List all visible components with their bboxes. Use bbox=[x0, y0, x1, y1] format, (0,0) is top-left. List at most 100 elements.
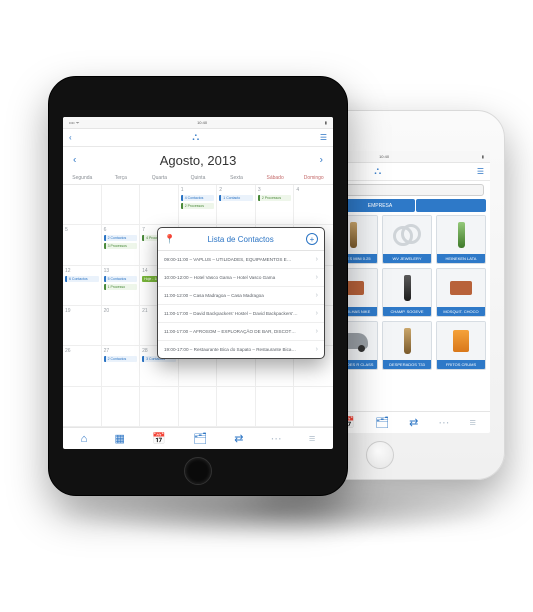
product-card[interactable]: HEINEKEN LATA bbox=[436, 215, 486, 264]
day-number: 5 bbox=[65, 227, 68, 233]
status-bar: •••• ᯤ 10:40 ▮ bbox=[63, 117, 333, 129]
popover-item-label: 11:00-12:00 – Casa Madragoa – Casa Madra… bbox=[164, 293, 312, 298]
event-pill[interactable]: 1 Contacto bbox=[219, 195, 253, 201]
popover-item-label: 09:00-11:00 – VAPLUS – UTILIDADES, EQUIP… bbox=[164, 257, 312, 262]
product-card[interactable]: MOSQUIT. CHOCO bbox=[436, 268, 486, 317]
menu-icon[interactable]: ☰ bbox=[477, 167, 484, 176]
tab-empresa[interactable]: EMPRESA bbox=[345, 199, 415, 212]
product-icon bbox=[458, 222, 465, 248]
bottombar-icon[interactable]: 📅 bbox=[152, 432, 166, 445]
calendar-cell[interactable] bbox=[102, 387, 141, 427]
calendar-cell[interactable]: 27 2 Contactos bbox=[102, 346, 141, 386]
weekday-label: Quinta bbox=[179, 173, 218, 185]
bottombar-icon[interactable]: ⋯ bbox=[438, 416, 449, 429]
bottombar-icon[interactable]: ⋯ bbox=[271, 432, 282, 445]
add-contact-button[interactable]: + bbox=[306, 233, 318, 245]
status-batt: ▮ bbox=[325, 120, 327, 125]
popover-item[interactable]: 09:00-11:00 – VAPLUS – UTILIDADES, EQUIP… bbox=[158, 251, 324, 269]
bottombar-icon[interactable]: ≡ bbox=[469, 417, 475, 429]
calendar-cell[interactable] bbox=[217, 387, 256, 427]
calendar-cell[interactable]: 62 Contactos3 Processos bbox=[102, 225, 141, 265]
event-pill[interactable]: 3 Processos bbox=[104, 243, 138, 249]
product-card[interactable]: FRITOS CRUMS bbox=[436, 321, 486, 370]
product-card[interactable]: CHAMP. SOGEVE bbox=[382, 268, 432, 317]
weekday-label: Sexta bbox=[217, 173, 256, 185]
event-pill[interactable]: 5 Contactos bbox=[104, 276, 138, 282]
app-logo-icon: ⛬ bbox=[192, 133, 199, 143]
calendar-cell[interactable] bbox=[140, 387, 179, 427]
calendar-bottombar: ⌂ ▦ 📅 🗂 ⇄ ⋯ ≡ bbox=[63, 427, 333, 449]
product-thumb bbox=[383, 322, 431, 360]
calendar-cell[interactable]: 26 bbox=[63, 346, 102, 386]
product-card[interactable]: DESPERADOS T33 bbox=[382, 321, 432, 370]
popover-item[interactable]: 11:00-17:00 – David Backpackers' Hostel … bbox=[158, 305, 324, 323]
tab-right[interactable] bbox=[416, 199, 486, 212]
event-pill[interactable]: 2 Processos bbox=[181, 203, 215, 209]
prev-month-button[interactable]: ‹ bbox=[73, 155, 76, 166]
product-card[interactable]: WV JEWELERY bbox=[382, 215, 432, 264]
back-icon[interactable]: ‹ bbox=[69, 133, 72, 142]
day-number: 27 bbox=[104, 348, 110, 354]
next-month-button[interactable]: › bbox=[320, 155, 323, 166]
product-caption: DESPERADOS T33 bbox=[383, 360, 431, 369]
menu-icon[interactable]: ☰ bbox=[320, 133, 327, 142]
calendar-cell[interactable] bbox=[294, 387, 333, 427]
home-button[interactable] bbox=[366, 441, 394, 469]
popover-item-label: 10:00-12:00 – Hotel Vasco Gama – Hotel V… bbox=[164, 275, 312, 280]
event-pill[interactable]: 1 Processo bbox=[104, 284, 138, 290]
event-pill[interactable]: 4 Contactos bbox=[181, 195, 215, 201]
calendar-cell[interactable]: 13 5 Contactos 1 Processo bbox=[102, 266, 141, 306]
bottombar-icon[interactable]: ⇄ bbox=[409, 416, 418, 429]
bottombar-icon[interactable]: ≡ bbox=[309, 433, 315, 445]
chevron-right-icon: › bbox=[316, 274, 318, 281]
calendar-cell[interactable] bbox=[63, 387, 102, 427]
popover-item-label: 11:00-17:00 – AFROSOM – EXPLORAÇÃO DE BA… bbox=[164, 329, 312, 334]
pin-icon[interactable]: 📍 bbox=[164, 234, 175, 245]
calendar-cell[interactable]: 20 bbox=[102, 306, 141, 346]
calendar-cell[interactable]: 4 bbox=[294, 185, 333, 225]
calendar-cell[interactable] bbox=[140, 185, 179, 225]
calendar-cell[interactable] bbox=[102, 185, 141, 225]
calendar-cell[interactable] bbox=[256, 387, 295, 427]
bottombar-icon[interactable]: ⌂ bbox=[81, 433, 88, 445]
day-number: 13 bbox=[104, 268, 110, 274]
bottombar-icon[interactable]: 🗂 bbox=[193, 432, 207, 445]
calendar-cell[interactable]: 19 bbox=[63, 306, 102, 346]
bottombar-icon[interactable]: ⇄ bbox=[234, 432, 243, 445]
calendar-cell[interactable]: 14 Contactos2 Processos bbox=[179, 185, 218, 225]
event-pill[interactable]: 2 Contactos bbox=[104, 356, 138, 362]
event-pill[interactable]: 2 Processos bbox=[258, 195, 292, 201]
day-number: 12 bbox=[65, 268, 71, 274]
calendar-cell[interactable]: 21 Contacto bbox=[217, 185, 256, 225]
calendar-cell[interactable] bbox=[179, 387, 218, 427]
product-caption: FRITOS CRUMS bbox=[437, 360, 485, 369]
chevron-right-icon: › bbox=[316, 292, 318, 299]
popover-header: 📍 Lista de Contactos + bbox=[158, 228, 324, 251]
day-number: 20 bbox=[104, 308, 110, 314]
status-left: •••• ᯤ bbox=[69, 120, 79, 126]
product-thumb bbox=[437, 322, 485, 360]
calendar-screen: •••• ᯤ 10:40 ▮ ‹ ⛬ ☰ ‹ Agosto, 2013 › Se… bbox=[63, 117, 333, 449]
day-number: 28 bbox=[142, 348, 148, 354]
popover-item[interactable]: 10:00-12:00 – Hotel Vasco Gama – Hotel V… bbox=[158, 269, 324, 287]
product-icon bbox=[350, 222, 357, 248]
tablet-calendar: •••• ᯤ 10:40 ▮ ‹ ⛬ ☰ ‹ Agosto, 2013 › Se… bbox=[48, 76, 348, 496]
product-thumb bbox=[437, 216, 485, 254]
product-icon bbox=[393, 226, 421, 244]
event-pill[interactable]: 2 Contactos bbox=[104, 235, 138, 241]
bottombar-icon[interactable]: 🗂 bbox=[375, 416, 389, 429]
bottombar-icon[interactable]: ▦ bbox=[114, 432, 124, 445]
weekday-label: Sábado bbox=[256, 173, 295, 185]
home-button[interactable] bbox=[184, 457, 212, 485]
event-pill[interactable]: 6 Contactos bbox=[65, 276, 99, 282]
popover-item[interactable]: 11:00-17:00 – AFROSOM – EXPLORAÇÃO DE BA… bbox=[158, 323, 324, 341]
calendar-cell[interactable] bbox=[63, 185, 102, 225]
calendar-cell[interactable]: 32 Processos bbox=[256, 185, 295, 225]
calendar-cell[interactable]: 5 bbox=[63, 225, 102, 265]
weekday-label: Domingo bbox=[294, 173, 333, 185]
product-icon bbox=[404, 328, 411, 354]
calendar-cell[interactable]: 12 6 Contactos bbox=[63, 266, 102, 306]
popover-item[interactable]: 11:00-12:00 – Casa Madragoa – Casa Madra… bbox=[158, 287, 324, 305]
popover-title: Lista de Contactos bbox=[207, 235, 273, 244]
popover-item[interactable]: 19:00-17:00 – Restaurante Bica do Sapato… bbox=[158, 341, 324, 358]
